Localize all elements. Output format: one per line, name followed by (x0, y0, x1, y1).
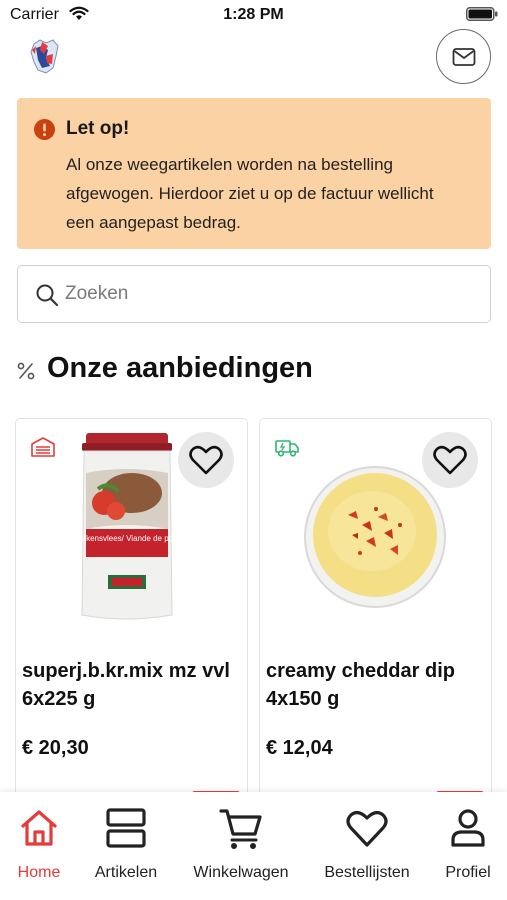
heart-icon (433, 445, 467, 475)
favorite-button[interactable] (178, 432, 234, 488)
alert-circle-icon (34, 119, 55, 140)
brand-logo-icon (30, 39, 59, 74)
product-name: creamy cheddar dip 4x150 g (266, 660, 455, 710)
tab-profiel[interactable]: Profiel (440, 806, 496, 886)
messages-button[interactable] (436, 29, 491, 84)
home-icon (21, 810, 57, 846)
product-name: superj.b.kr.mix mz vvl 6x225 g (22, 660, 230, 710)
percent-icon (17, 362, 35, 380)
tab-label: Bestellijsten (324, 864, 410, 881)
section-title: Onze aanbiedingen (47, 352, 313, 384)
clock: 1:28 PM (223, 6, 284, 23)
list-icon (106, 808, 146, 848)
tab-label: Home (17, 864, 61, 881)
search-icon (36, 284, 59, 307)
cart-icon (219, 809, 262, 849)
heart-icon (189, 445, 223, 475)
product-card[interactable]: creamy cheddar dip 4x150 g € 12,04 (259, 418, 492, 818)
tab-label: Profiel (445, 864, 491, 881)
tab-bestellijsten[interactable]: Bestellijsten (319, 806, 415, 886)
jar-label-line-1: Varkensvlees/ Viande de porc (74, 534, 180, 543)
search-bar[interactable] (17, 265, 491, 323)
product-price: € 20,30 (22, 737, 89, 759)
tab-label: Artikelen (94, 864, 158, 881)
favorite-button[interactable] (422, 432, 478, 488)
delivery-truck-icon (275, 440, 299, 457)
product-price: € 12,04 (266, 737, 333, 759)
weight-notice: Let op! Al onze weegartikelen worden na … (17, 98, 491, 249)
user-icon (451, 809, 485, 847)
bottom-tab-bar: Home Artikelen Winkelwagen Bestellijsten… (0, 792, 507, 900)
frozen-storage-icon (31, 437, 55, 457)
battery-icon (466, 7, 498, 21)
heart-icon (346, 811, 388, 847)
tab-artikelen[interactable]: Artikelen (91, 806, 161, 886)
tab-winkelwagen[interactable]: Winkelwagen (188, 806, 294, 886)
notice-title: Let op! (66, 118, 130, 139)
tab-home[interactable]: Home (14, 806, 64, 886)
search-input[interactable] (65, 276, 465, 312)
tab-label: Winkelwagen (193, 864, 289, 881)
envelope-icon (452, 47, 475, 66)
product-card[interactable]: Varkensvlees/ Viande de porc superj.b.kr… (15, 418, 248, 818)
notice-body: Al onze weegartikelen worden na bestelli… (66, 155, 434, 232)
status-bar: Carrier 1:28 PM (0, 0, 507, 30)
